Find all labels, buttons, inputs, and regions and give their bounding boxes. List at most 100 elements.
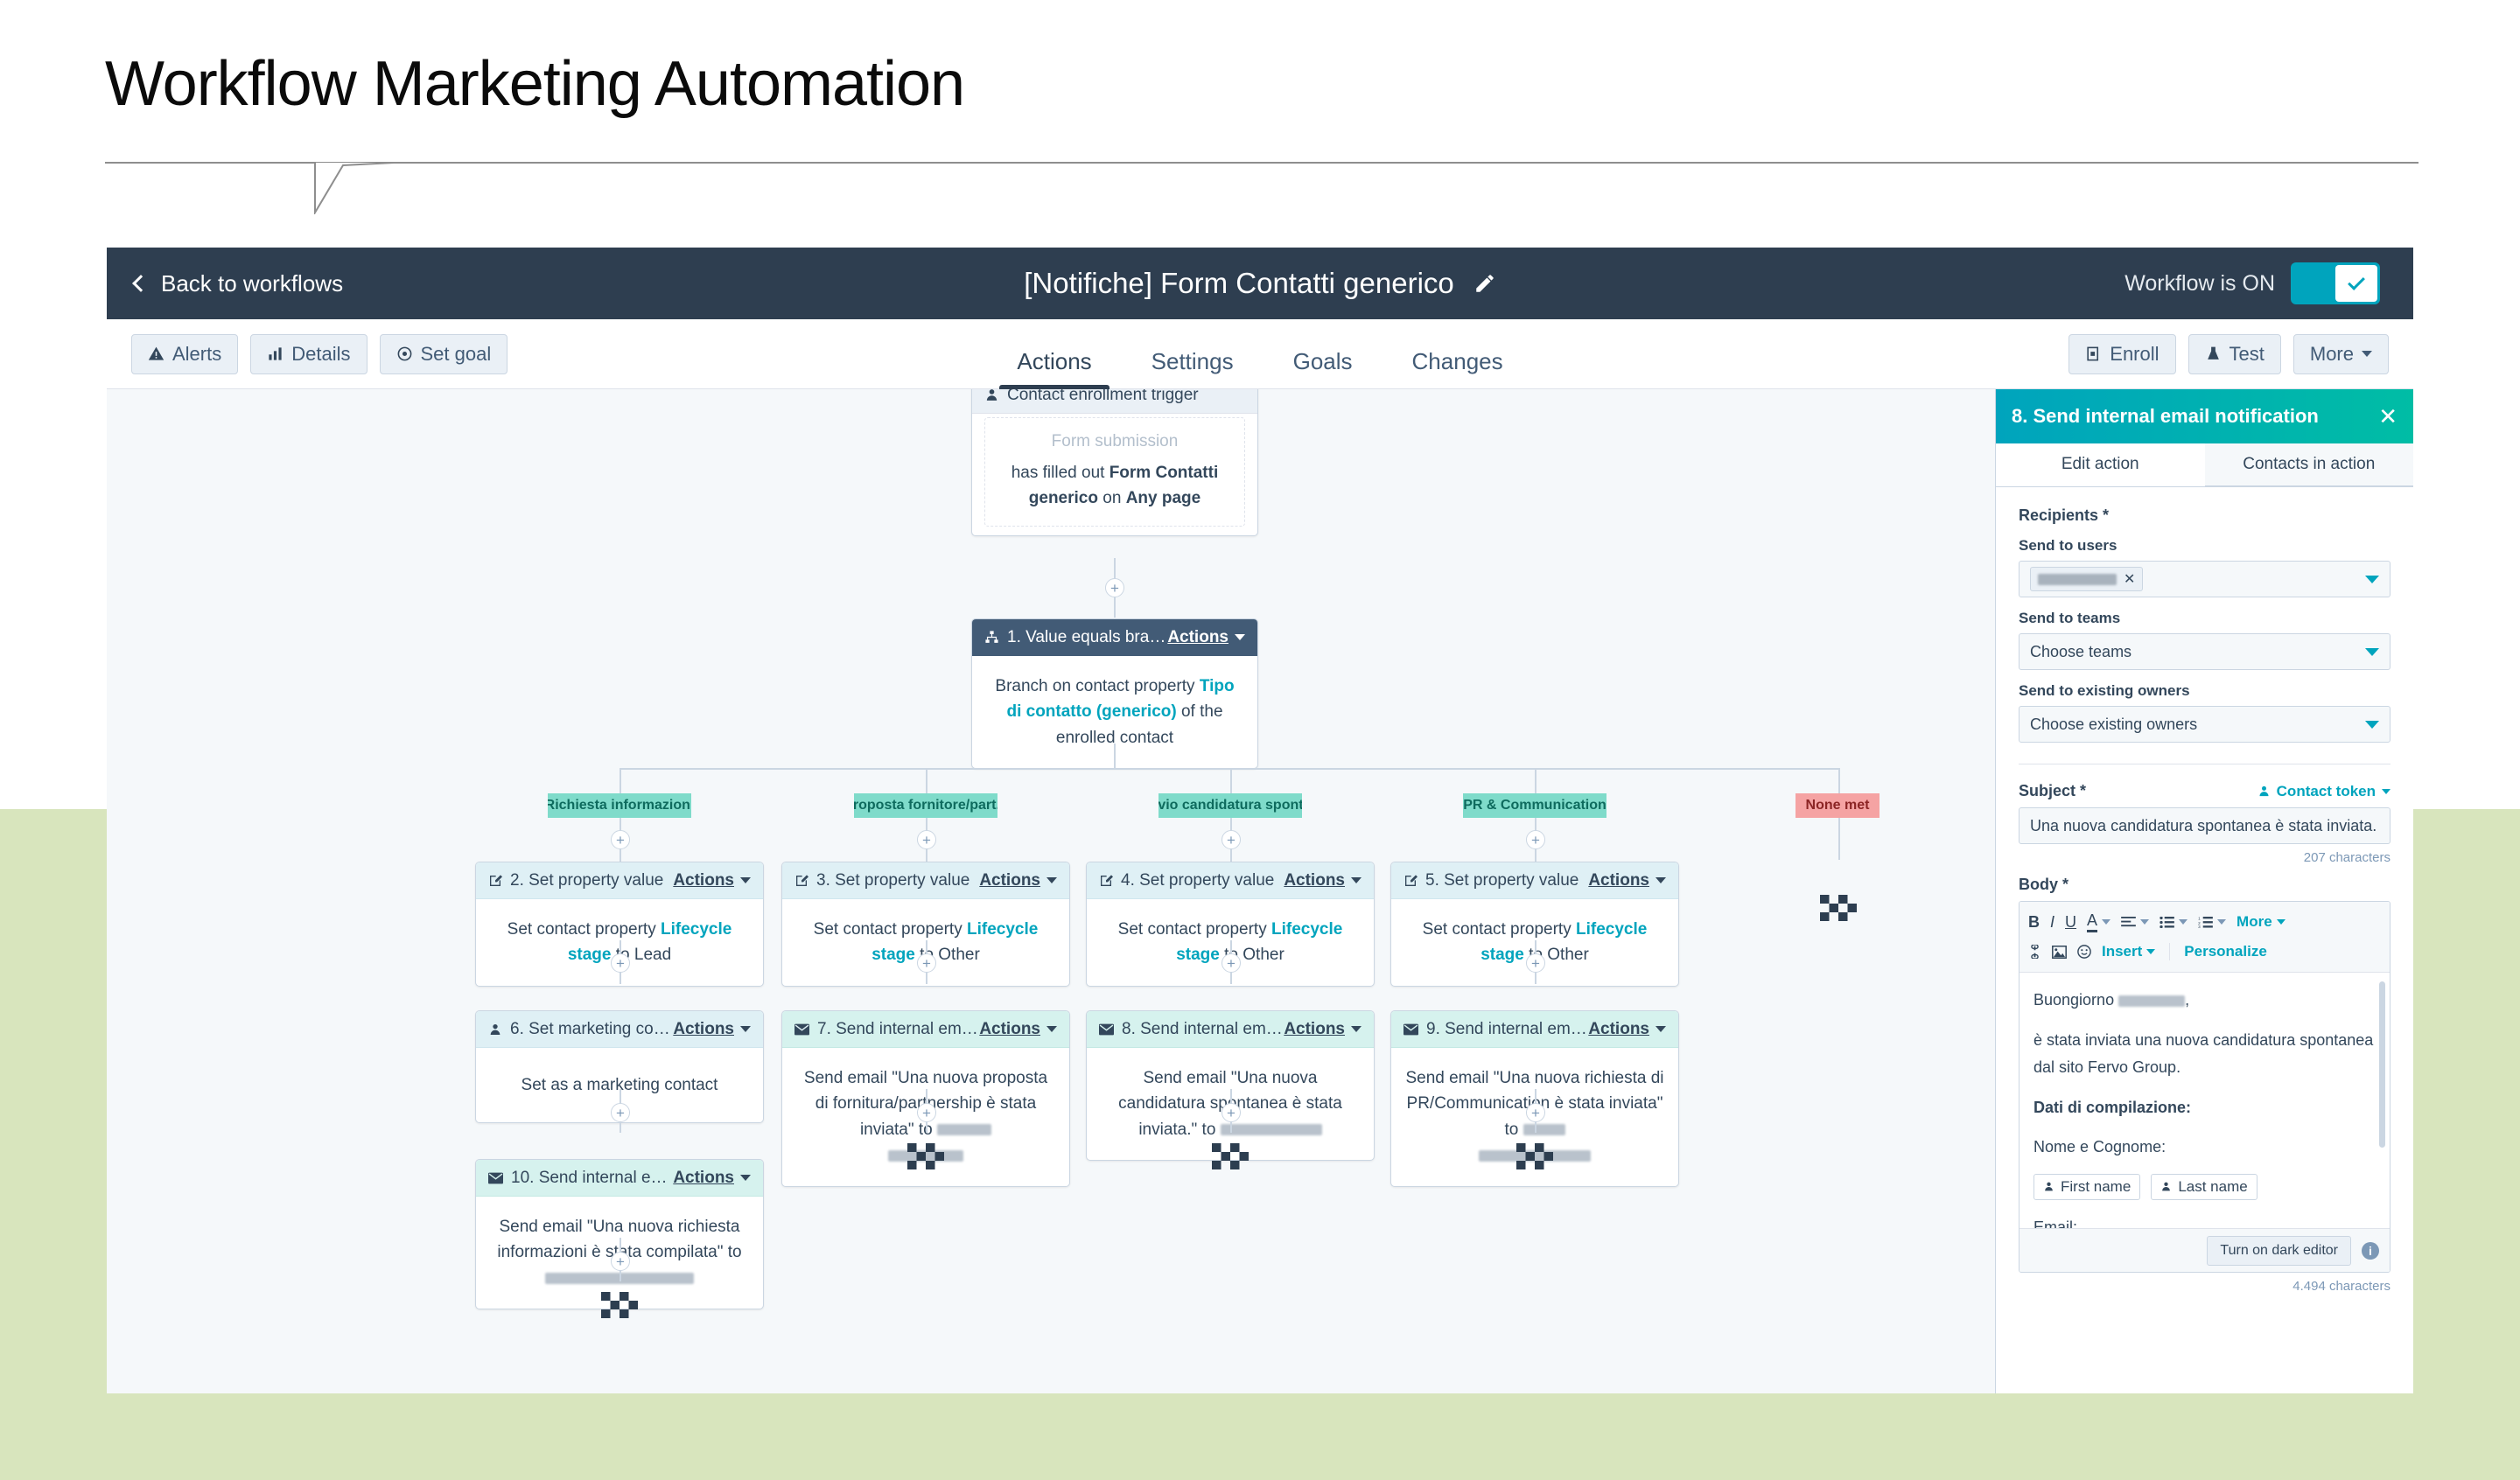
connector-branch-col-5 (1838, 768, 1840, 796)
action-card-5-actions-menu[interactable]: Actions (1588, 871, 1666, 890)
add-step-button-col3-b[interactable]: + (1222, 953, 1241, 973)
editor-more-dropdown[interactable]: More (2236, 913, 2286, 931)
last-name-token[interactable]: Last name (2151, 1173, 2258, 1200)
action-card-10-actions-menu[interactable]: Actions (673, 1169, 751, 1188)
tab-actions[interactable]: Actions (987, 348, 1121, 389)
contact-icon (984, 389, 999, 402)
user-token[interactable]: ✕ (2030, 567, 2144, 591)
editor-personalize-button[interactable]: Personalize (2184, 943, 2267, 960)
panel-body: Recipients * Send to users ✕ Send to tea… (1996, 487, 2413, 1393)
test-label: Test (2229, 342, 2264, 365)
emoji-icon[interactable] (2077, 945, 2091, 959)
branch-label-2[interactable]: Invio candidatura spont... (1158, 793, 1302, 818)
info-icon[interactable]: i (2362, 1241, 2379, 1260)
test-button[interactable]: Test (2188, 333, 2281, 374)
action-card-10[interactable]: 10. Send internal email notification Act… (475, 1159, 764, 1310)
action-card-6-actions-menu[interactable]: Actions (673, 1020, 751, 1039)
editor-content-area[interactable]: Buongiorno , è stata inviata una nuova c… (2020, 973, 2390, 1228)
underline-icon[interactable]: U (2065, 913, 2076, 932)
subject-input[interactable]: Una nuova candidatura spontanea è stata … (2019, 807, 2390, 844)
body-greeting-comma: , (2185, 991, 2190, 1009)
branch-label-1[interactable]: Proposta fornitore/part... (854, 793, 998, 818)
add-step-button-col4-c[interactable]: + (1526, 1103, 1545, 1122)
action-card-4-actions-menu[interactable]: Actions (1284, 871, 1362, 890)
add-step-button-col1-b[interactable]: + (611, 953, 630, 973)
pencil-icon[interactable] (1474, 272, 1496, 295)
add-step-button-col1-c[interactable]: + (611, 1103, 630, 1122)
tab-goals[interactable]: Goals (1264, 348, 1382, 389)
add-step-button-col1-d[interactable]: + (611, 1252, 630, 1271)
body-rich-text-editor[interactable]: B I U A 123 More Insert Personalize Buon… (2019, 901, 2390, 1273)
tab-settings[interactable]: Settings (1122, 348, 1264, 389)
italic-icon[interactable]: I (2050, 913, 2054, 932)
add-step-button-col2-c[interactable]: + (917, 1103, 936, 1122)
first-name-token[interactable]: First name (2034, 1173, 2141, 1200)
chevron-left-icon (132, 275, 150, 292)
action-card-3-actions-menu[interactable]: Actions (979, 871, 1057, 890)
workflow-on-off-toggle[interactable] (2291, 262, 2380, 304)
close-icon[interactable]: ✕ (2378, 405, 2398, 428)
font-color-icon[interactable]: A (2087, 911, 2111, 932)
add-step-button-col1[interactable]: + (611, 830, 630, 849)
action-card-9-actions-menu[interactable]: Actions (1588, 1020, 1666, 1039)
panel-tab-contacts-in-action[interactable]: Contacts in action (2204, 443, 2413, 486)
branch-label-4[interactable]: None met (1796, 793, 1880, 818)
send-to-users-field[interactable]: ✕ (2019, 561, 2390, 597)
contact-token-dropdown[interactable]: Contact token (2258, 783, 2390, 800)
panel-tab-contacts-label: Contacts in action (2243, 455, 2376, 473)
add-step-button-col4-b[interactable]: + (1526, 953, 1545, 973)
enroll-button[interactable]: Enroll (2068, 333, 2176, 374)
remove-token-icon[interactable]: ✕ (2124, 570, 2135, 588)
branch-icon (984, 630, 999, 645)
actions-label: Actions (1284, 1019, 1345, 1038)
actions-label: Actions (1588, 870, 1649, 890)
redacted-recipient (1522, 1124, 1565, 1136)
check-icon (2348, 273, 2365, 290)
send-to-owners-field[interactable]: Choose existing owners (2019, 706, 2390, 743)
plus-icon: + (1227, 954, 1236, 972)
panel-tab-edit-action[interactable]: Edit action (1996, 443, 2205, 486)
body-token-row: First name Last name (2034, 1173, 2376, 1202)
branch-actions-label: Actions (1167, 627, 1228, 646)
back-to-workflows-link[interactable]: Back to workflows (132, 270, 343, 297)
image-icon[interactable] (2052, 945, 2067, 959)
add-step-button-col3[interactable]: + (1222, 830, 1241, 849)
action-card-8-actions-menu[interactable]: Actions (1284, 1020, 1362, 1039)
editor-insert-dropdown[interactable]: Insert (2102, 943, 2156, 960)
chevron-down-icon (1656, 877, 1666, 883)
add-step-button-col4[interactable]: + (1526, 830, 1545, 849)
action-card-2-actions-menu[interactable]: Actions (673, 871, 751, 890)
action-card-7-title: 7. Send internal email notification (817, 1019, 979, 1038)
bulleted-list-icon[interactable] (2160, 916, 2188, 928)
title-divider (105, 162, 2418, 164)
branch-label-2-text: Invio candidatura spont... (1158, 798, 1302, 813)
trigger-card-title: Contact enrollment trigger (1007, 389, 1199, 404)
send-to-teams-field[interactable]: Choose teams (2019, 633, 2390, 670)
action-card-6-header: 6. Set marketing contact status Actions (476, 1011, 763, 1048)
add-step-button-col3-c[interactable]: + (1222, 1103, 1241, 1122)
editor-scrollbar[interactable] (2379, 981, 2385, 1148)
action-card-7-actions-menu[interactable]: Actions (979, 1020, 1057, 1039)
redacted-recipient (937, 1124, 992, 1136)
link-icon[interactable] (2028, 945, 2041, 959)
branch-label-0[interactable]: Richiesta informazioni (548, 793, 691, 818)
trigger-card[interactable]: Contact enrollment trigger Form submissi… (971, 389, 1258, 536)
plus-icon: + (1227, 831, 1236, 848)
numbered-list-icon[interactable]: 123 (2198, 916, 2227, 928)
turn-on-dark-editor-button[interactable]: Turn on dark editor (2207, 1235, 2351, 1266)
more-button[interactable]: More (2292, 333, 2389, 374)
body-label: Body * (2019, 876, 2069, 893)
enroll-icon (2087, 346, 2099, 361)
action-card-8[interactable]: 8. Send internal email notification Acti… (1086, 1010, 1375, 1162)
tab-changes[interactable]: Changes (1382, 348, 1533, 389)
align-icon[interactable] (2121, 916, 2150, 928)
body-greeting-line: Buongiorno , (2034, 987, 2376, 1015)
add-step-button-col2[interactable]: + (917, 830, 936, 849)
bold-icon[interactable]: B (2028, 913, 2040, 932)
end-flag-col3 (1212, 1143, 1249, 1169)
add-step-button-trigger[interactable]: + (1105, 578, 1124, 597)
add-step-button-col2-b[interactable]: + (917, 953, 936, 973)
branch-actions-menu[interactable]: Actions (1167, 628, 1245, 647)
redacted-user-name (2038, 573, 2117, 585)
branch-label-3[interactable]: PR & Communication (1463, 793, 1606, 818)
